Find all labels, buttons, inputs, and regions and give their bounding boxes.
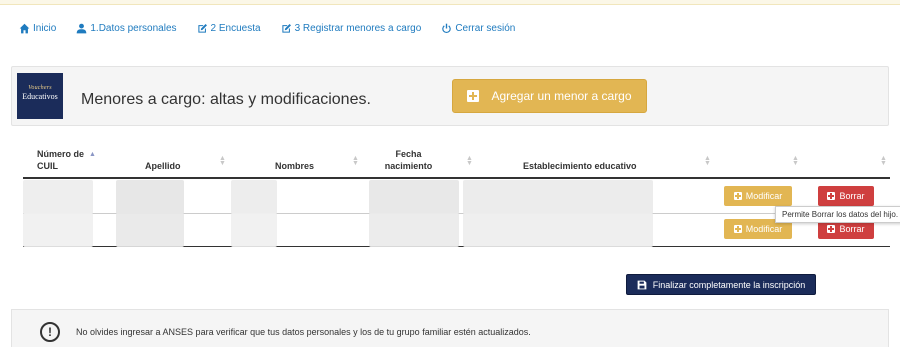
col-cuil-label: Número de CUIL — [37, 149, 85, 171]
sort-icon[interactable]: ▲ ▼ — [704, 155, 711, 167]
col-fecha-nacimiento-label: Fecha nacimiento — [384, 149, 433, 171]
sort-icon[interactable]: ▲ ▼ — [219, 155, 226, 167]
nav-inicio-label: Inicio — [33, 23, 57, 34]
redacted-establecimiento — [463, 180, 653, 214]
finalize-inscription-button[interactable]: Finalizar completamente la inscripción — [626, 274, 816, 295]
main-nav: Inicio 1.Datos personales 2 Encuesta 3 R… — [19, 23, 535, 34]
page-title: Menores a cargo: altas y modificaciones. — [81, 91, 371, 108]
exclamation-circle-icon: ! — [40, 322, 60, 342]
modify-button[interactable]: Modificar — [724, 186, 792, 206]
redacted-apellido — [116, 180, 184, 214]
redacted-cuil — [23, 213, 93, 247]
col-apellido[interactable]: Apellido — [145, 160, 181, 172]
table-row: Modificar Borrar — [23, 213, 890, 247]
modify-button-label: Modificar — [745, 191, 783, 201]
table-row: Modificar Borrar — [23, 180, 890, 214]
delete-tooltip: Permite Borrar los datos del hijo. — [775, 206, 900, 223]
delete-button[interactable]: Borrar — [818, 186, 874, 206]
anses-alert: ! No olvides ingresar a ANSES para verif… — [11, 309, 889, 347]
home-icon — [19, 23, 30, 34]
nav-cerrar-sesion-label: Cerrar sesión — [455, 23, 516, 34]
sort-icon[interactable]: ▲ ▼ — [792, 155, 799, 167]
col-nombres[interactable]: Nombres — [275, 160, 314, 172]
vouchers-educativos-logo: Vouchers Educativos — [17, 73, 63, 119]
redacted-establecimiento — [463, 213, 653, 247]
col-nombres-label: Nombres — [275, 161, 315, 171]
add-minor-button-label: Agregar un menor a cargo — [491, 89, 632, 103]
alert-message: No olvides ingresar a ANSES para verific… — [76, 327, 531, 337]
col-establecimiento-label: Establecimiento educativo — [523, 161, 637, 171]
col-apellido-label: Apellido — [145, 161, 181, 171]
nav-encuesta-label: 2 Encuesta — [210, 23, 261, 34]
top-strip — [0, 0, 900, 5]
logo-line2: Educativos — [22, 92, 58, 101]
col-cuil[interactable]: Número de CUIL — [37, 148, 97, 172]
sort-icon[interactable]: ▲ ▼ — [466, 155, 473, 167]
logo-line1: Vouchers — [28, 85, 52, 91]
delete-button-label: Borrar — [839, 191, 865, 201]
save-icon — [637, 280, 647, 289]
edit-icon — [281, 24, 291, 33]
col-fecha-nacimiento[interactable]: Fecha nacimiento — [381, 148, 436, 172]
add-minor-button[interactable]: Agregar un menor a cargo — [452, 79, 647, 113]
nav-registrar-menores[interactable]: 3 Registrar menores a cargo — [281, 23, 422, 34]
table-header: Número de CUIL ▲ Apellido ▲ ▼ Nombres ▲ ▼ … — [23, 140, 890, 179]
plus-square-icon — [827, 192, 836, 200]
delete-button-label: Borrar — [839, 224, 865, 234]
sort-icon[interactable]: ▲ ▼ — [352, 155, 359, 167]
nav-registrar-menores-label: 3 Registrar menores a cargo — [294, 23, 422, 34]
redacted-cuil — [23, 180, 93, 214]
sort-asc-icon[interactable]: ▲ — [89, 151, 96, 158]
plus-square-icon — [467, 90, 480, 102]
col-establecimiento[interactable]: Establecimiento educativo — [523, 160, 637, 172]
redacted-fecha — [369, 213, 459, 247]
redacted-nombres — [231, 213, 277, 247]
finalize-inscription-label: Finalizar completamente la inscripción — [652, 279, 806, 290]
plus-square-icon — [733, 225, 742, 233]
nav-datos-personales[interactable]: 1.Datos personales — [76, 23, 177, 34]
edit-icon — [197, 24, 207, 33]
nav-encuesta[interactable]: 2 Encuesta — [197, 23, 261, 34]
nav-inicio[interactable]: Inicio — [19, 23, 56, 34]
power-icon — [442, 23, 452, 34]
header-panel: Vouchers Educativos Menores a cargo: alt… — [11, 66, 889, 126]
sort-icon[interactable]: ▲ ▼ — [880, 155, 887, 167]
user-icon — [77, 23, 87, 34]
nav-cerrar-sesion[interactable]: Cerrar sesión — [441, 23, 515, 34]
redacted-fecha — [369, 180, 459, 214]
redacted-apellido — [116, 213, 184, 247]
redacted-nombres — [231, 180, 277, 214]
plus-square-icon — [827, 225, 836, 233]
nav-datos-personales-label: 1.Datos personales — [90, 23, 177, 34]
plus-square-icon — [733, 192, 742, 200]
modify-button-label: Modificar — [745, 224, 783, 234]
